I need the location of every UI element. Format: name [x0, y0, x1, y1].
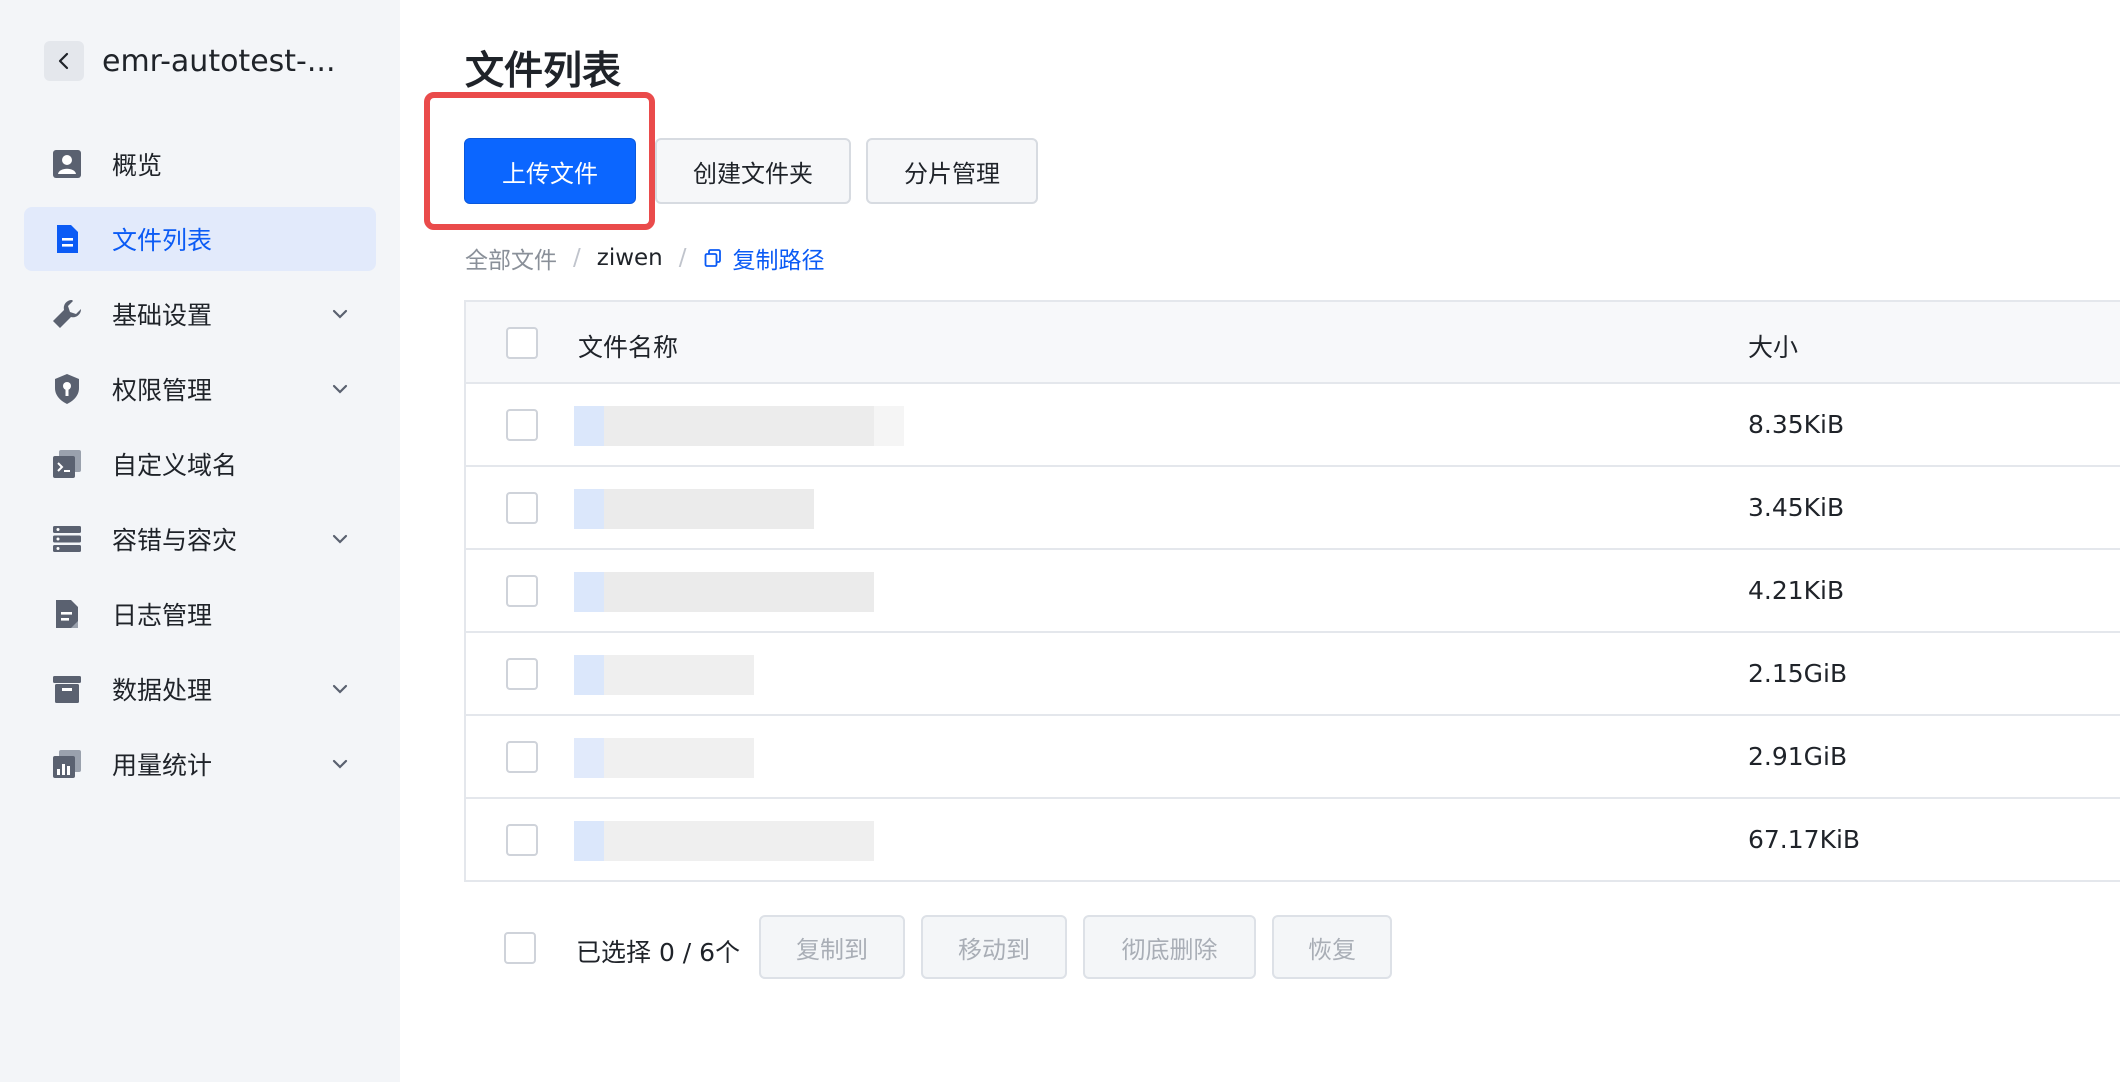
terminal-icon [50, 447, 84, 481]
blurred-file-name[interactable] [566, 637, 1116, 712]
sidebar-item-label: 日志管理 [112, 601, 213, 630]
selection-count: 已选择 0 / 6个 [576, 938, 741, 967]
overview-icon [50, 147, 84, 181]
file-list-icon [50, 222, 84, 256]
breadcrumb-current: ziwen [596, 245, 663, 271]
blurred-file-name[interactable] [566, 720, 1116, 795]
copy-path-link[interactable]: 复制路径 [703, 241, 825, 275]
file-size: 8.35KiB [1748, 410, 1845, 439]
file-size: 3.45KiB [1748, 493, 1845, 522]
table-row[interactable]: 2.91GiB [466, 716, 2120, 799]
select-all-checkbox[interactable] [506, 327, 538, 359]
chevron-down-icon [332, 309, 348, 319]
row-checkbox[interactable] [506, 492, 538, 524]
sidebar-item-overview[interactable]: 概览 [24, 132, 376, 196]
table-row[interactable]: 3.45KiB [466, 467, 2120, 550]
multipart-management-button[interactable]: 分片管理 [866, 138, 1038, 204]
row-checkbox[interactable] [506, 824, 538, 856]
file-size: 2.91GiB [1748, 742, 1848, 771]
breadcrumb: 全部文件 / ziwen / 复制路径 [465, 241, 825, 275]
sidebar: emr-autotest-... 概览 文件列表 基础设置 权限管理 自定义域名… [0, 0, 400, 1082]
blurred-file-name[interactable] [566, 471, 1116, 546]
back-button[interactable] [44, 41, 84, 81]
move-to-button[interactable]: 移动到 [921, 915, 1067, 979]
table-row[interactable]: 2.15GiB [466, 633, 2120, 716]
row-checkbox[interactable] [506, 575, 538, 607]
sidebar-nav: 概览 文件列表 基础设置 权限管理 自定义域名 容错与容灾 日志管理 数据处理 … [24, 132, 376, 807]
chevron-down-icon [332, 384, 348, 394]
copy-path-label: 复制路径 [732, 248, 825, 274]
file-size: 4.21KiB [1748, 576, 1845, 605]
sidebar-item-label: 用量统计 [112, 751, 213, 780]
row-checkbox[interactable] [506, 409, 538, 441]
sidebar-item-file-list[interactable]: 文件列表 [24, 207, 376, 271]
row-checkbox[interactable] [506, 741, 538, 773]
sidebar-item-label: 数据处理 [112, 676, 213, 705]
table-row[interactable]: 67.17KiB [466, 799, 2120, 882]
copy-to-button[interactable]: 复制到 [759, 915, 905, 979]
file-table: 文件名称 大小 8.35KiB 3.45KiB 4.21KiB 2.15GiB … [464, 300, 2120, 882]
sidebar-item-label: 基础设置 [112, 301, 213, 330]
sidebar-item-usage-stats[interactable]: 用量统计 [24, 732, 376, 796]
row-checkbox[interactable] [506, 658, 538, 690]
sidebar-item-permissions[interactable]: 权限管理 [24, 357, 376, 421]
chevron-down-icon [332, 684, 348, 694]
log-file-icon [50, 597, 84, 631]
page-title: 文件列表 [465, 49, 622, 94]
create-folder-button[interactable]: 创建文件夹 [655, 138, 851, 204]
archive-box-icon [50, 672, 84, 706]
sidebar-item-label: 权限管理 [112, 376, 213, 405]
main-content: 文件列表 上传文件 创建文件夹 分片管理 全部文件 / ziwen / 复制路径… [400, 0, 2120, 1082]
column-header-name: 文件名称 [578, 333, 679, 362]
table-row[interactable]: 8.35KiB [466, 384, 2120, 467]
blurred-file-name[interactable] [566, 803, 1116, 878]
bar-chart-icon [50, 747, 84, 781]
chevron-left-icon [58, 52, 69, 70]
wrench-icon [50, 297, 84, 331]
chevron-down-icon [332, 759, 348, 769]
shield-icon [50, 372, 84, 406]
breadcrumb-separator: / [678, 245, 687, 271]
bucket-name: emr-autotest-... [102, 43, 336, 79]
sidebar-item-label: 容错与容灾 [112, 526, 238, 555]
permanent-delete-button[interactable]: 彻底删除 [1083, 915, 1256, 979]
chevron-down-icon [332, 534, 348, 544]
breadcrumb-root[interactable]: 全部文件 [465, 241, 557, 275]
file-size: 67.17KiB [1748, 825, 1861, 854]
sidebar-item-fault-tolerance[interactable]: 容错与容灾 [24, 507, 376, 571]
sidebar-item-custom-domain[interactable]: 自定义域名 [24, 432, 376, 496]
select-all-checkbox-footer[interactable] [504, 932, 536, 964]
sidebar-item-label: 自定义域名 [112, 451, 238, 480]
bucket-header: emr-autotest-... [44, 40, 335, 82]
batch-actions-bar: 已选择 0 / 6个 复制到 移动到 彻底删除 恢复 [464, 915, 1464, 981]
table-header: 文件名称 大小 [466, 302, 2120, 384]
server-icon [50, 522, 84, 556]
sidebar-item-data-processing[interactable]: 数据处理 [24, 657, 376, 721]
restore-button[interactable]: 恢复 [1272, 915, 1392, 979]
sidebar-item-label: 文件列表 [112, 226, 213, 255]
breadcrumb-separator: / [573, 245, 581, 271]
column-header-size: 大小 [1748, 333, 1799, 362]
sidebar-item-label: 概览 [112, 151, 163, 180]
file-size: 2.15GiB [1748, 659, 1848, 688]
sidebar-item-basic-settings[interactable]: 基础设置 [24, 282, 376, 346]
sidebar-item-log-management[interactable]: 日志管理 [24, 582, 376, 646]
table-row[interactable]: 4.21KiB [466, 550, 2120, 633]
copy-icon [704, 249, 721, 267]
upload-file-button[interactable]: 上传文件 [464, 138, 636, 204]
blurred-file-name[interactable] [566, 388, 1116, 463]
blurred-file-name[interactable] [566, 554, 1116, 629]
